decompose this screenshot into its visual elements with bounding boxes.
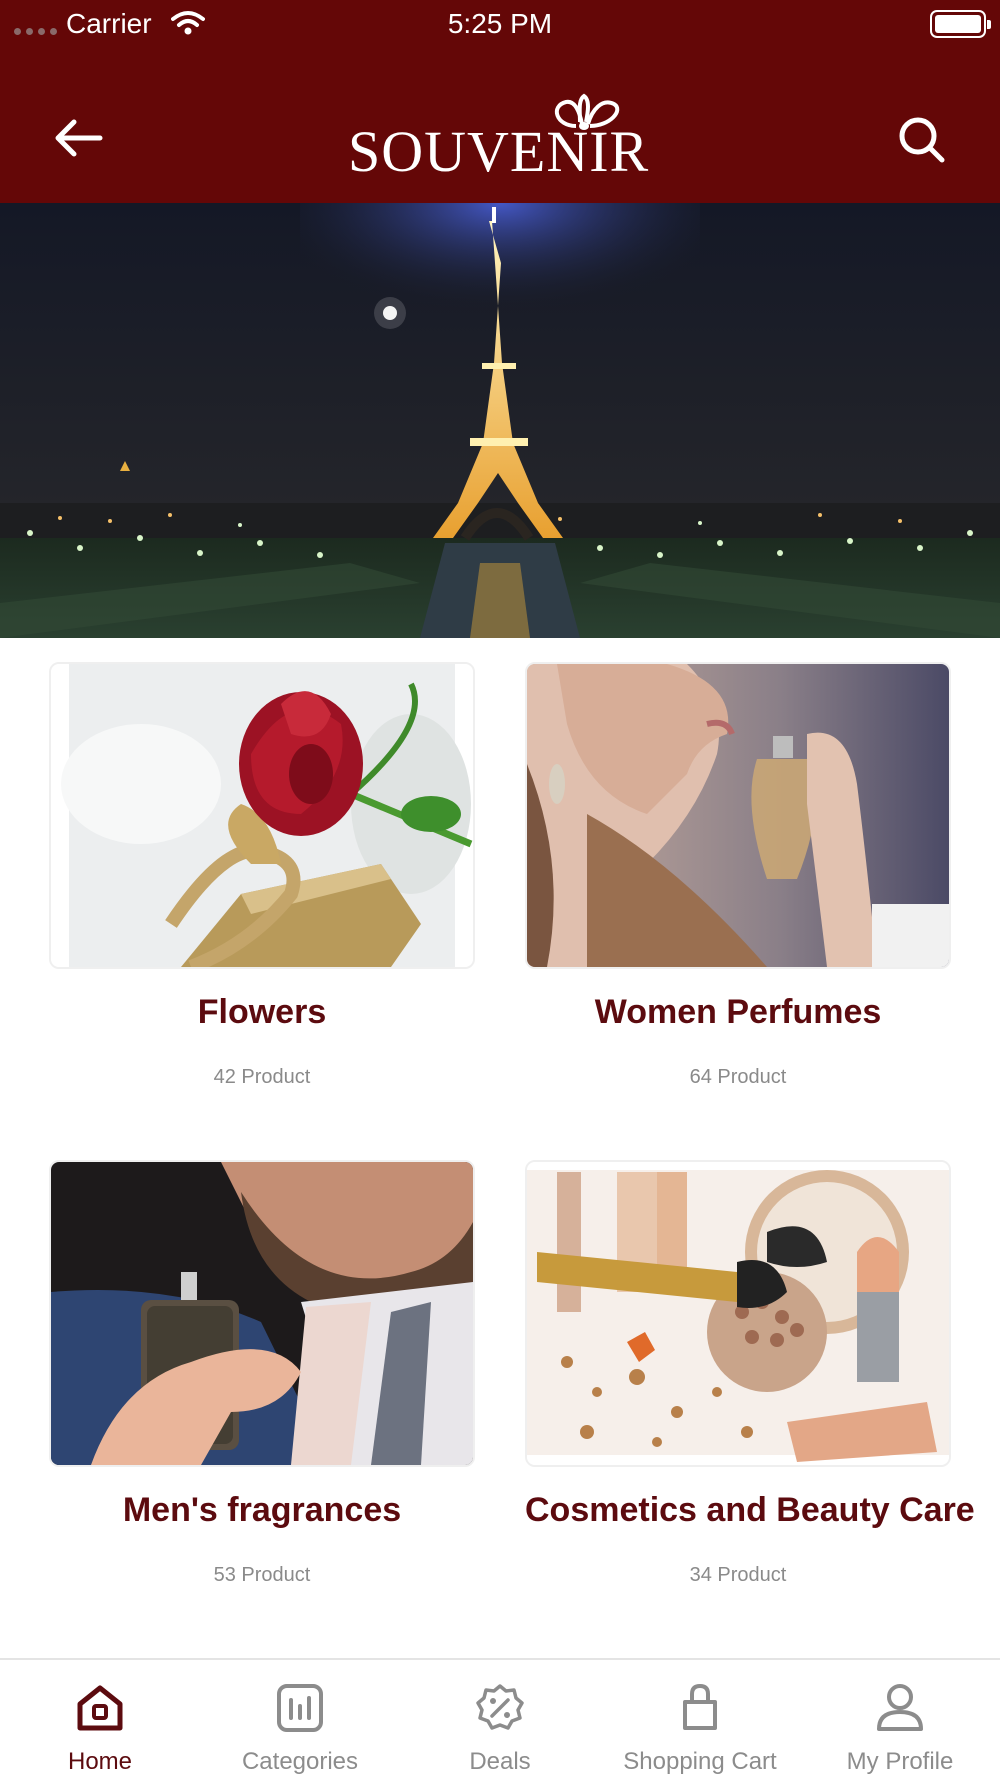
tab-categories-label: Categories	[241, 1748, 359, 1775]
category-title-flowers[interactable]: Flowers	[49, 993, 475, 1032]
category-count-women-perfumes: 64 Product	[689, 1066, 787, 1088]
hero-banner[interactable]	[0, 203, 1000, 638]
category-card-flowers[interactable]	[49, 662, 475, 969]
women-perfumes-photo	[527, 664, 949, 967]
category-title-women-perfumes[interactable]: Women Perfumes	[525, 993, 951, 1032]
eiffel-tower-photo	[0, 203, 1000, 638]
category-card-mens-fragrances[interactable]	[49, 1160, 475, 1467]
category-count-mens-fragrances: 53 Product	[213, 1564, 311, 1586]
search-icon[interactable]	[894, 112, 950, 168]
category-count-cosmetics: 34 Product	[689, 1564, 787, 1586]
flowers-photo	[51, 664, 473, 967]
user-icon	[877, 1684, 923, 1731]
percent-badge-icon	[476, 1684, 524, 1730]
tab-shopping-cart[interactable]: Shopping Cart	[600, 1660, 800, 1778]
bottom-tab-bar: Home Categories Deals Shopping Cart My P…	[0, 1658, 1000, 1778]
category-title-mens-fragrances[interactable]: Men's fragrances	[49, 1491, 475, 1530]
status-bar: Carrier 5:25 PM	[0, 0, 1000, 48]
tab-my-profile[interactable]: My Profile	[800, 1660, 1000, 1778]
back-arrow-icon[interactable]	[50, 112, 106, 164]
tab-my-profile-label: My Profile	[846, 1748, 954, 1775]
tab-deals-label: Deals	[469, 1748, 531, 1775]
home-icon	[77, 1685, 123, 1731]
battery-icon	[930, 10, 991, 38]
cosmetics-photo	[527, 1162, 949, 1465]
souvenir-logo: SOUVENIR	[340, 92, 660, 184]
category-title-cosmetics[interactable]: Cosmetics and Beauty Care	[525, 1491, 975, 1530]
status-time: 5:25 PM	[447, 8, 553, 39]
categories-icon	[277, 1684, 323, 1732]
category-card-women-perfumes[interactable]	[525, 662, 951, 969]
tab-home[interactable]: Home	[0, 1660, 200, 1778]
mens-fragrances-photo	[51, 1162, 473, 1465]
logo-text: SOUVENIR	[348, 119, 650, 184]
tab-deals[interactable]: Deals	[400, 1660, 600, 1778]
category-count-flowers: 42 Product	[213, 1066, 311, 1088]
shopping-bag-icon	[683, 1683, 717, 1730]
tab-shopping-cart-label: Shopping Cart	[623, 1748, 777, 1775]
tab-categories[interactable]: Categories	[200, 1660, 400, 1778]
tab-home-label: Home	[67, 1748, 133, 1775]
category-card-cosmetics[interactable]	[525, 1160, 951, 1467]
app-header: Carrier 5:25 PM SOUVENIR	[0, 0, 1000, 203]
